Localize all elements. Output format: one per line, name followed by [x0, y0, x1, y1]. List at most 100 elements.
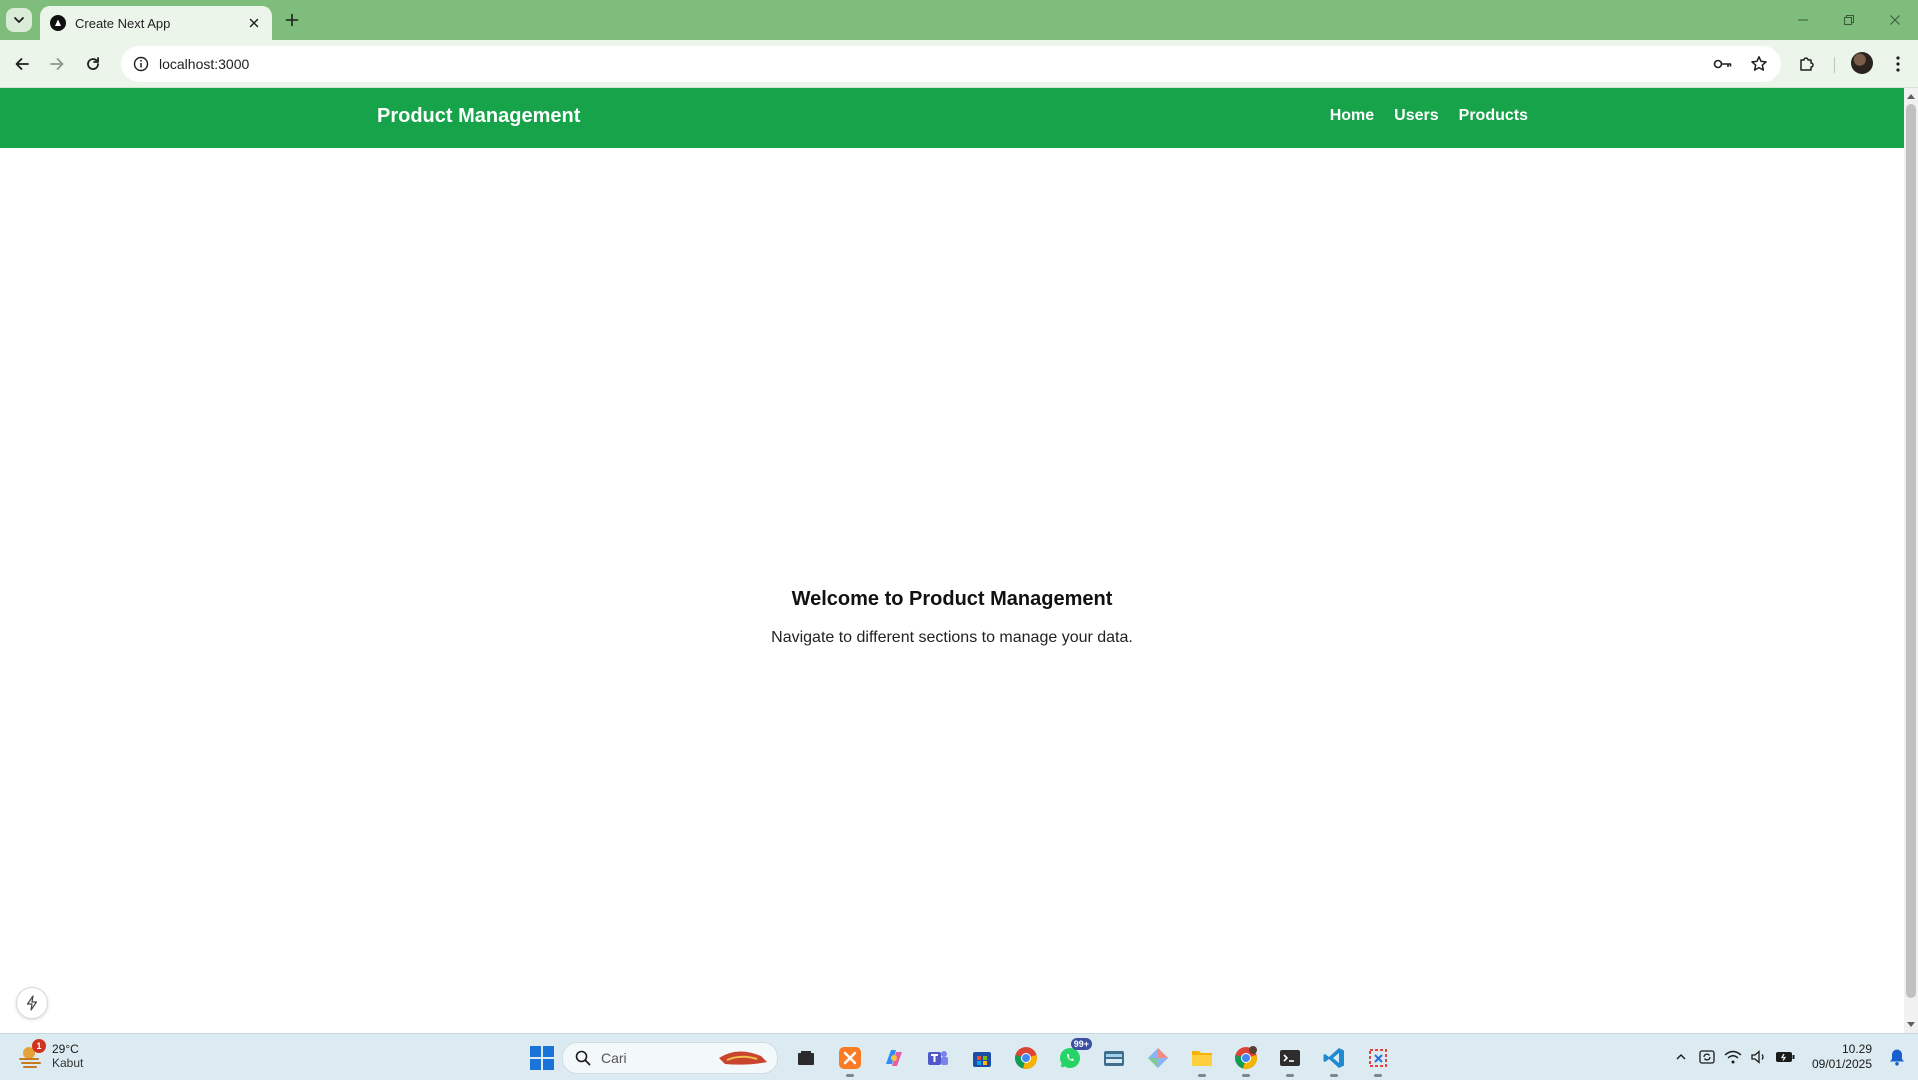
window-controls	[1780, 0, 1918, 40]
back-button[interactable]	[8, 50, 36, 78]
close-window-button[interactable]	[1872, 0, 1918, 40]
taskbar-apps: Cari 99+	[526, 1038, 1400, 1077]
browser-toolbar: localhost:3000	[0, 40, 1918, 88]
forward-button[interactable]	[43, 50, 71, 78]
taskbar-app-snipping-tool[interactable]	[1360, 1040, 1396, 1077]
taskbar-app-store[interactable]	[964, 1040, 1000, 1076]
taskbar-app-copilot[interactable]	[876, 1040, 912, 1076]
scroll-thumb[interactable]	[1906, 104, 1916, 998]
sync-icon	[1699, 1050, 1715, 1064]
key-icon	[1713, 59, 1732, 69]
taskbar-search[interactable]: Cari	[562, 1042, 778, 1074]
app-navbar: Product Management Home Users Products	[0, 88, 1904, 148]
taskbar-app-chrome-profile[interactable]	[1228, 1040, 1264, 1077]
weather-fog-icon: 1	[18, 1039, 46, 1069]
nextjs-dev-indicator-button[interactable]	[16, 987, 48, 1019]
xampp-icon	[839, 1047, 861, 1069]
arrow-right-icon	[50, 58, 64, 70]
clock-date: 09/01/2025	[1811, 1057, 1872, 1071]
system-tray: 10.29 09/01/2025	[1668, 1034, 1918, 1080]
url-text: localhost:3000	[159, 56, 250, 72]
store-icon	[973, 1052, 991, 1067]
new-tab-button[interactable]	[280, 8, 304, 32]
vscode-icon	[1323, 1048, 1344, 1068]
nav-link-users[interactable]: Users	[1394, 107, 1438, 125]
nav-link-products[interactable]: Products	[1459, 107, 1528, 125]
scroll-up-arrow-icon[interactable]	[1907, 94, 1915, 99]
restore-button[interactable]	[1826, 0, 1872, 40]
star-icon	[1751, 56, 1767, 71]
chevron-up-icon	[1676, 1054, 1686, 1060]
weather-widget[interactable]: 1 29°C Kabut	[18, 1039, 84, 1070]
battery-tray-button[interactable]	[1774, 1046, 1796, 1068]
page-viewport: Product Management Home Users Products W…	[0, 88, 1904, 1033]
taskbar-app-vscode[interactable]	[1316, 1040, 1352, 1077]
browser-menu-button[interactable]	[1886, 50, 1910, 78]
whatsapp-unread-badge: 99+	[1070, 1038, 1092, 1050]
taskbar-app-terminal[interactable]	[1272, 1040, 1308, 1077]
windows-logo-icon	[530, 1046, 554, 1070]
volume-tray-button[interactable]	[1748, 1046, 1770, 1068]
taskbar-app-whatsapp[interactable]: 99+	[1052, 1038, 1092, 1076]
reload-icon	[87, 57, 99, 70]
nav-links: Home Users Products	[1330, 107, 1528, 125]
search-placeholder: Cari	[601, 1050, 627, 1066]
restore-icon	[1844, 15, 1854, 25]
keyboard-app-icon	[1104, 1051, 1124, 1066]
puzzle-icon	[1800, 57, 1814, 71]
taskbar-clock[interactable]: 10.29 09/01/2025	[1812, 1042, 1872, 1072]
plus-icon	[285, 13, 299, 27]
sync-tray-button[interactable]	[1696, 1046, 1718, 1068]
profile-avatar[interactable]	[1851, 52, 1873, 74]
task-view-button[interactable]	[788, 1040, 824, 1076]
windows-taskbar: 1 29°C Kabut Cari 99+ 10.29 09/01/2025	[0, 1033, 1918, 1080]
chrome-icon	[1015, 1047, 1037, 1069]
minimize-button[interactable]	[1780, 0, 1826, 40]
notifications-button[interactable]	[1886, 1046, 1908, 1068]
close-icon	[1890, 15, 1900, 25]
site-info-button[interactable]	[131, 54, 151, 74]
start-button[interactable]	[526, 1042, 558, 1074]
weather-alert-badge: 1	[32, 1039, 46, 1053]
taskbar-app-gemini[interactable]	[1140, 1040, 1176, 1076]
taskbar-app-chrome[interactable]	[1008, 1040, 1044, 1076]
terminal-icon	[1280, 1050, 1300, 1066]
weather-condition: Kabut	[52, 1056, 84, 1070]
minimize-icon	[1798, 19, 1808, 21]
taskbar-app-keyboard[interactable]	[1096, 1040, 1132, 1076]
close-icon	[249, 18, 259, 28]
diamond-app-icon	[1148, 1048, 1168, 1068]
battery-charging-icon	[1775, 1052, 1795, 1062]
tab-close-button[interactable]	[244, 13, 264, 33]
taskbar-app-file-explorer[interactable]	[1184, 1040, 1220, 1077]
brand-title[interactable]: Product Management	[377, 105, 580, 128]
page-scrollbar[interactable]	[1904, 88, 1918, 1033]
scroll-down-arrow-icon[interactable]	[1907, 1022, 1915, 1027]
taskbar-app-teams[interactable]	[920, 1040, 956, 1076]
speaker-icon	[1751, 1050, 1764, 1064]
kebab-menu-icon	[1896, 56, 1900, 72]
wifi-icon	[1724, 1050, 1742, 1064]
search-highlight-art-icon	[717, 1048, 769, 1073]
nav-link-home[interactable]: Home	[1330, 107, 1374, 125]
taskbar-app-xampp[interactable]	[832, 1040, 868, 1077]
browser-tab-active[interactable]: Create Next App	[40, 6, 272, 40]
snipping-tool-icon	[1369, 1049, 1387, 1067]
bookmark-button[interactable]	[1745, 50, 1773, 78]
lightning-icon	[26, 995, 38, 1011]
extensions-button[interactable]	[1793, 50, 1821, 78]
weather-temperature: 29°C	[52, 1042, 79, 1056]
arrow-left-icon	[15, 58, 29, 70]
tab-search-button[interactable]	[6, 8, 32, 32]
show-hidden-icons-button[interactable]	[1670, 1046, 1692, 1068]
reload-button[interactable]	[79, 50, 107, 78]
chevron-down-icon	[14, 17, 24, 23]
wifi-tray-button[interactable]	[1722, 1046, 1744, 1068]
browser-tab-strip: Create Next App	[0, 0, 1918, 40]
task-view-icon	[798, 1051, 814, 1065]
search-icon	[575, 1050, 591, 1066]
password-manager-button[interactable]	[1709, 50, 1737, 78]
address-bar[interactable]: localhost:3000	[121, 46, 1781, 82]
folder-icon	[1192, 1051, 1212, 1066]
info-icon	[133, 56, 149, 72]
